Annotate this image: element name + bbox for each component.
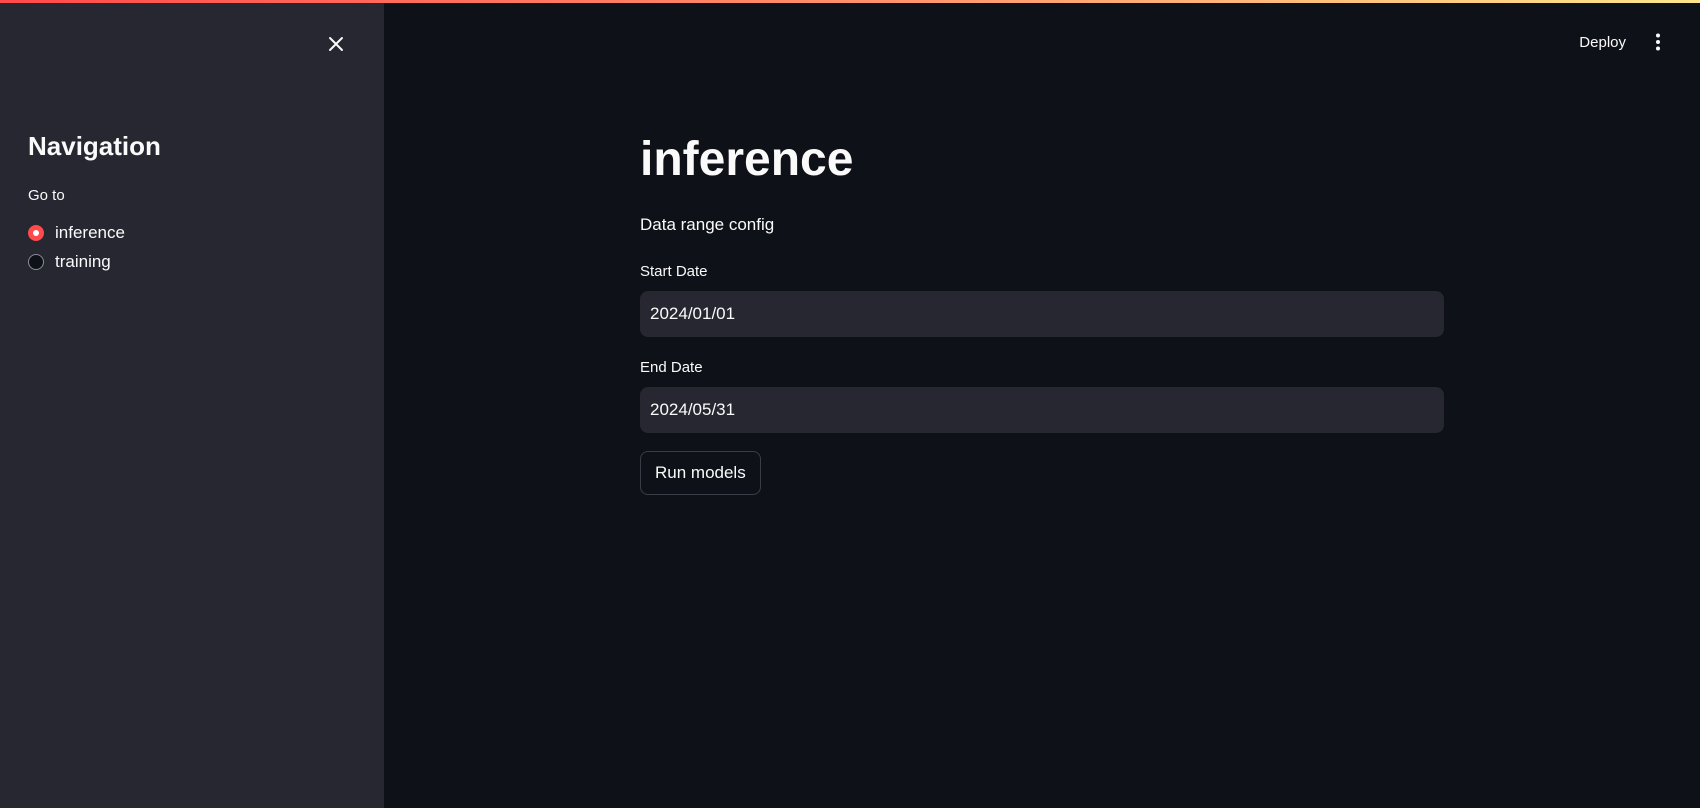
deploy-button[interactable]: Deploy (1567, 28, 1638, 57)
top-accent-bar (0, 0, 1700, 3)
sidebar-close-button[interactable] (320, 28, 352, 60)
radio-option-label: inference (55, 222, 125, 242)
close-icon (329, 37, 343, 51)
end-date-input[interactable] (640, 387, 1444, 433)
main-menu-button[interactable] (1644, 26, 1672, 58)
radio-option-training[interactable]: training (28, 247, 125, 276)
radio-option-label: training (55, 251, 111, 271)
radio-selected-icon (28, 224, 44, 241)
radio-unselected-icon (28, 253, 44, 270)
section-subheading: Data range config (640, 215, 775, 234)
kebab-menu-icon (1656, 33, 1660, 51)
start-date-label: Start Date (640, 263, 708, 280)
radio-option-inference[interactable]: inference (28, 218, 125, 247)
page-title: inference (640, 133, 854, 186)
start-date-input[interactable] (640, 291, 1444, 337)
radio-group-label: Go to (28, 187, 65, 204)
navigation-radio-group: inference training (28, 218, 125, 276)
sidebar: Navigation Go to inference training (0, 0, 384, 808)
header-actions: Deploy (1567, 26, 1672, 58)
end-date-label: End Date (640, 359, 703, 376)
sidebar-title: Navigation (28, 131, 161, 161)
run-models-button[interactable]: Run models (640, 451, 761, 495)
